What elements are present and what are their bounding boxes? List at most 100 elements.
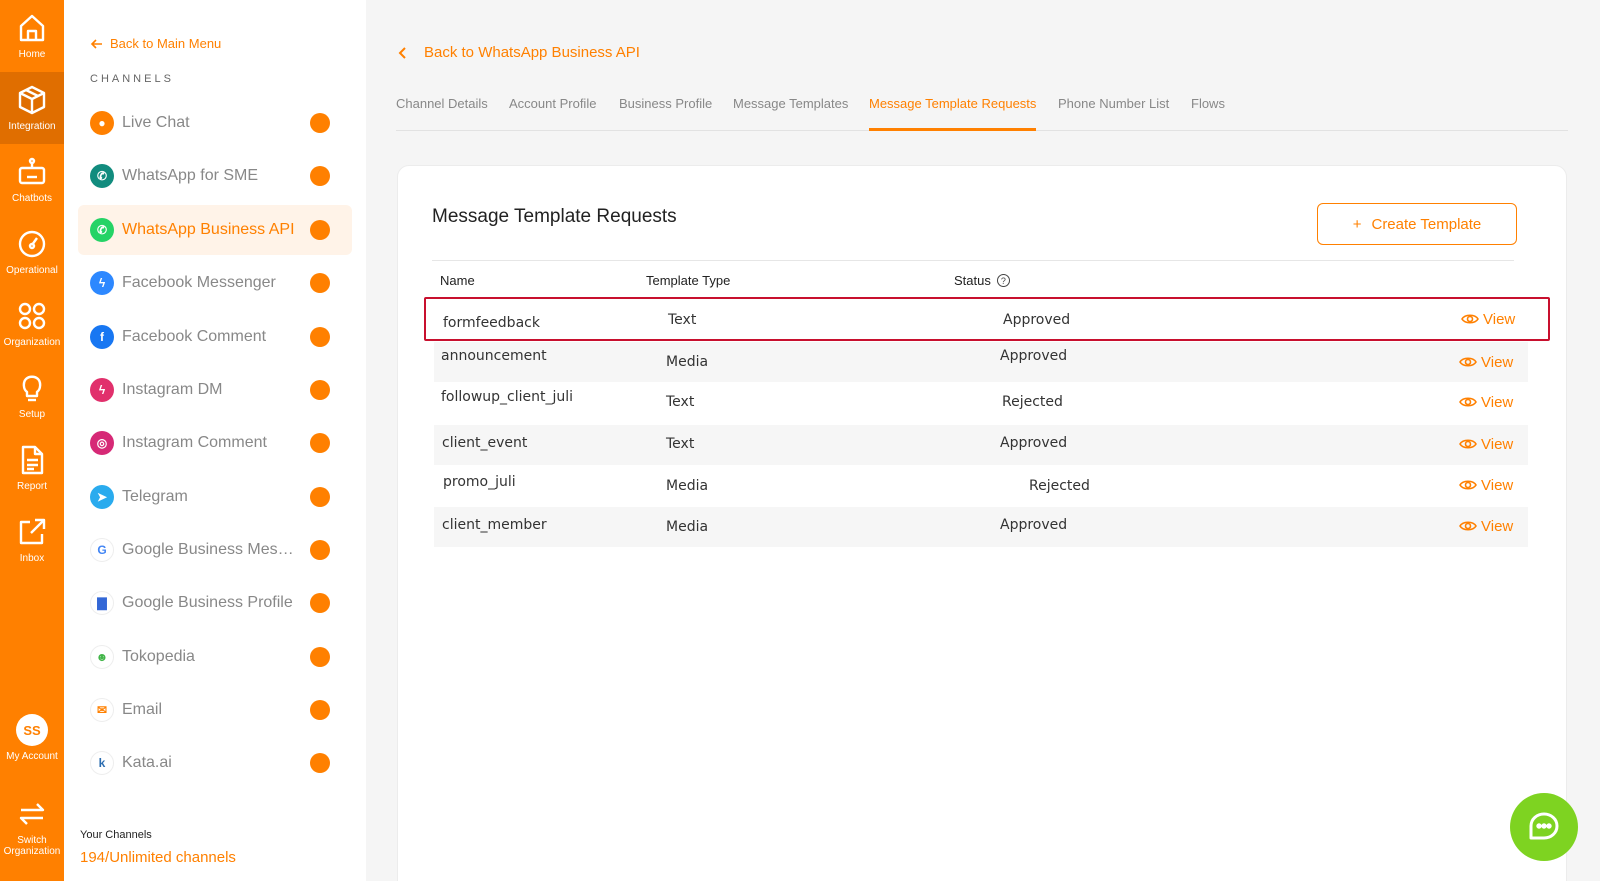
main-content: Back to WhatsApp Business API Channel De… xyxy=(366,0,1600,881)
channel-label: Instagram Comment xyxy=(122,434,267,451)
eye-icon xyxy=(1459,439,1477,449)
channel-status-dot xyxy=(310,753,330,773)
live-chat-icon: ● xyxy=(90,111,114,135)
table-row: promo_juli Media Rejected View xyxy=(434,466,1528,506)
view-label: View xyxy=(1481,517,1514,535)
channel-item-google-business-profile[interactable]: ▇ Google Business Profile xyxy=(78,578,352,628)
column-header-status-label: Status xyxy=(954,273,991,288)
whatsapp-icon: ✆ xyxy=(90,218,114,242)
view-button[interactable]: View xyxy=(1459,476,1513,494)
view-label: View xyxy=(1481,393,1514,411)
view-button[interactable]: View xyxy=(1459,517,1513,535)
chat-support-button[interactable] xyxy=(1510,793,1578,861)
channel-item-telegram[interactable]: ➤ Telegram xyxy=(78,472,352,522)
nav-rail: Home Integration Chatbots Operational Or… xyxy=(0,0,64,881)
create-template-button[interactable]: + Create Template xyxy=(1317,203,1517,245)
back-to-main-menu-label: Back to Main Menu xyxy=(110,36,222,51)
channel-status-dot xyxy=(310,113,330,133)
rail-label: Setup xyxy=(18,409,46,420)
rail-item-home[interactable]: Home xyxy=(0,0,64,72)
channel-item-kata-ai[interactable]: k Kata.ai xyxy=(78,738,352,788)
table-row: announcement Media Approved View xyxy=(434,342,1528,382)
rail-item-switch-organization[interactable]: Switch Organization xyxy=(0,785,64,870)
channel-status-dot xyxy=(310,540,330,560)
channel-status-dot xyxy=(310,273,330,293)
tab-business-profile[interactable]: Business Profile xyxy=(619,96,712,131)
cell-type: Text xyxy=(668,312,697,328)
cell-name: announcement xyxy=(441,348,547,364)
eye-icon xyxy=(1459,480,1477,490)
channel-label: Google Business Messages xyxy=(122,541,300,558)
rail-label: Integration xyxy=(8,121,56,132)
table-row: formfeedback Text Approved View xyxy=(424,297,1550,341)
tab-channel-details[interactable]: Channel Details xyxy=(396,96,488,131)
cell-name: formfeedback xyxy=(443,315,540,331)
channel-item-tokopedia[interactable]: ☻ Tokopedia xyxy=(78,632,352,682)
channel-label: Telegram xyxy=(122,488,188,505)
help-icon[interactable]: ? xyxy=(996,274,1010,287)
cube-icon xyxy=(18,85,46,115)
tab-message-template-requests[interactable]: Message Template Requests xyxy=(869,96,1037,131)
column-header-status: Status ? xyxy=(954,273,1010,288)
tab-flows[interactable]: Flows xyxy=(1191,96,1225,131)
view-label: View xyxy=(1481,435,1514,453)
view-button[interactable]: View xyxy=(1461,310,1515,328)
avatar: SS xyxy=(16,714,48,746)
back-to-main-menu-link[interactable]: Back to Main Menu xyxy=(90,36,221,51)
channel-status-dot xyxy=(310,647,330,667)
rail-item-operational[interactable]: Operational xyxy=(0,216,64,288)
channel-item-instagram-comment[interactable]: ◎ Instagram Comment xyxy=(78,418,352,468)
rail-item-my-account[interactable]: SS My Account xyxy=(0,702,64,774)
channel-status-dot xyxy=(310,433,330,453)
rail-item-setup[interactable]: Setup xyxy=(0,360,64,432)
rail-item-chatbots[interactable]: Chatbots xyxy=(0,144,64,216)
switch-icon xyxy=(19,803,45,825)
cell-name: promo_juli xyxy=(443,474,516,490)
channel-item-whatsapp-business-api[interactable]: ✆ WhatsApp Business API xyxy=(78,205,352,255)
column-header-template-type: Template Type xyxy=(646,273,731,288)
channel-status-dot xyxy=(310,700,330,720)
view-button[interactable]: View xyxy=(1459,393,1513,411)
view-button[interactable]: View xyxy=(1459,353,1513,371)
external-link-icon xyxy=(19,518,46,545)
telegram-icon: ➤ xyxy=(90,485,114,509)
channel-status-dot xyxy=(310,487,330,507)
tab-phone-number-list[interactable]: Phone Number List xyxy=(1058,96,1169,131)
channel-item-facebook-comment[interactable]: f Facebook Comment xyxy=(78,312,352,362)
google-business-profile-icon: ▇ xyxy=(90,591,114,615)
whatsapp-sme-icon: ✆ xyxy=(90,164,114,188)
channel-status-dot xyxy=(310,380,330,400)
cell-name: client_member xyxy=(442,517,547,533)
channel-item-whatsapp-sme[interactable]: ✆ WhatsApp for SME xyxy=(78,151,352,201)
chat-bubble-icon xyxy=(1529,812,1559,840)
tab-account-profile[interactable]: Account Profile xyxy=(509,96,596,131)
table-divider xyxy=(432,260,1514,261)
rail-item-integration[interactable]: Integration xyxy=(0,72,64,144)
rail-item-organization[interactable]: Organization xyxy=(0,288,64,360)
table-row: client_event Text Approved View xyxy=(434,425,1528,465)
cell-type: Media xyxy=(666,478,709,494)
back-to-whatsapp-api-link[interactable]: Back to WhatsApp Business API xyxy=(396,44,640,61)
channel-status-dot xyxy=(310,327,330,347)
channel-label: WhatsApp for SME xyxy=(122,167,259,184)
channel-item-facebook-messenger[interactable]: ϟ Facebook Messenger xyxy=(78,258,352,308)
tab-message-templates[interactable]: Message Templates xyxy=(733,96,848,131)
channel-item-instagram-dm[interactable]: ϟ Instagram DM xyxy=(78,365,352,415)
rail-item-inbox[interactable]: Inbox xyxy=(0,504,64,576)
messenger-icon: ϟ xyxy=(90,271,114,295)
view-button[interactable]: View xyxy=(1459,435,1513,453)
arrow-left-icon xyxy=(90,38,102,49)
channel-item-email[interactable]: ✉ Email xyxy=(78,685,352,735)
channel-item-google-business-messages[interactable]: G Google Business Messages xyxy=(78,525,352,575)
create-template-label: Create Template xyxy=(1371,215,1482,233)
channel-status-dot xyxy=(310,166,330,186)
cell-status: Approved xyxy=(1000,435,1068,451)
channel-label: Tokopedia xyxy=(122,648,195,665)
rail-label: Switch Organization xyxy=(3,835,61,857)
robot-icon xyxy=(18,157,46,185)
rail-item-report[interactable]: Report xyxy=(0,432,64,504)
eye-icon xyxy=(1459,357,1477,367)
channel-item-live-chat[interactable]: ● Live Chat xyxy=(78,98,352,148)
column-header-name: Name xyxy=(440,273,475,288)
google-icon: G xyxy=(90,538,114,562)
